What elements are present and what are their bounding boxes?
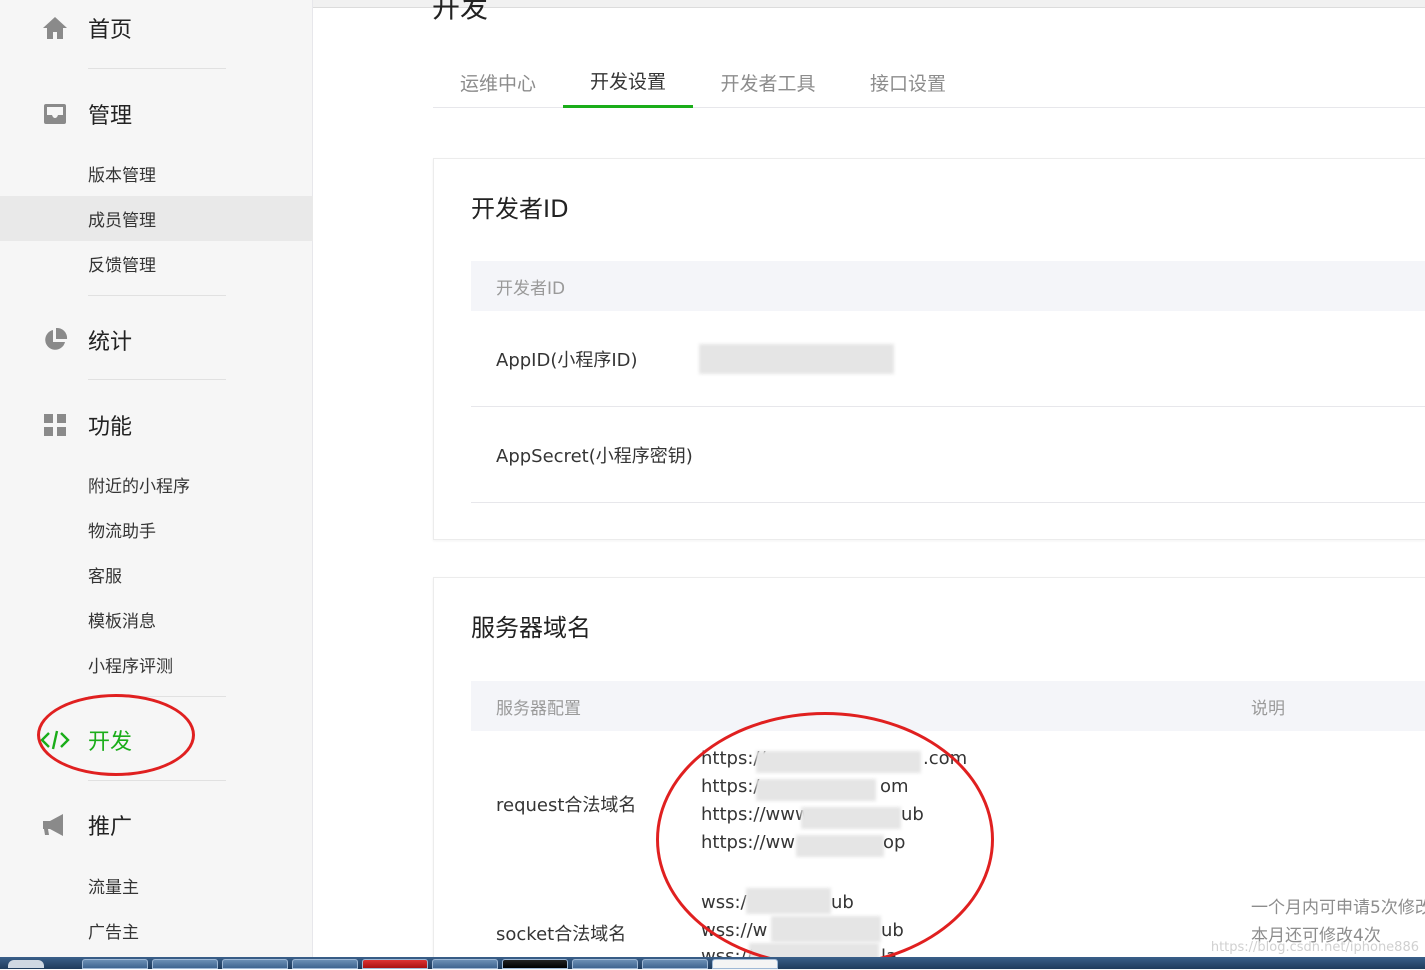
annotation-circle xyxy=(656,712,994,967)
row-key: AppSecret(小程序密钥) xyxy=(496,446,693,467)
divider xyxy=(88,68,226,69)
taskbar-app[interactable] xyxy=(222,959,288,969)
sidebar-subitem-label: 反馈管理 xyxy=(88,256,156,276)
sidebar-subitem-evaluation[interactable]: 小程序评测 xyxy=(0,642,313,687)
sidebar-subitem-label: 客服 xyxy=(88,567,122,587)
divider xyxy=(88,379,226,380)
sidebar-item-home[interactable]: 首页 xyxy=(0,6,313,50)
sidebar-item-label: 首页 xyxy=(88,18,133,43)
taskbar-app[interactable] xyxy=(362,959,428,969)
tab-label: 开发设置 xyxy=(589,71,666,93)
taskbar-app[interactable] xyxy=(152,959,218,969)
table-header: 服务器配置 说明 xyxy=(471,681,1425,731)
row-key: request合法域名 xyxy=(496,795,637,816)
card-title: 服务器域名 xyxy=(471,614,591,642)
inbox-icon xyxy=(40,99,70,129)
sidebar-subitem-feedback[interactable]: 反馈管理 xyxy=(0,241,313,286)
taskbar-app[interactable] xyxy=(572,959,638,969)
taskbar-app[interactable] xyxy=(502,959,568,969)
table-row-appsecret: AppSecret(小程序密钥) xyxy=(471,407,1425,503)
sidebar-subitem-label: 附近的小程序 xyxy=(88,477,190,497)
tab-label: 运维中心 xyxy=(459,72,536,95)
tab-label: 接口设置 xyxy=(869,72,946,95)
modify-limit-note: 一个月内可申请5次修改 xyxy=(1251,898,1425,918)
watermark: https://blog.csdn.net/iphone886 xyxy=(1210,940,1419,955)
page-title: 开发 xyxy=(432,0,489,24)
sidebar-subitem-nearby[interactable]: 附近的小程序 xyxy=(0,462,313,507)
address-bar[interactable] xyxy=(170,0,1425,8)
card-title: 开发者ID xyxy=(471,195,569,223)
sidebar-subitem-customer-service[interactable]: 客服 xyxy=(0,552,313,597)
sidebar-item-label: 功能 xyxy=(88,415,133,440)
redacted-appid xyxy=(699,344,894,374)
sidebar-item-label: 统计 xyxy=(88,330,133,355)
column-header: 开发者ID xyxy=(496,278,566,299)
taskbar-app[interactable] xyxy=(712,959,778,969)
home-icon xyxy=(40,13,70,43)
pie-chart-icon xyxy=(40,325,70,355)
sidebar-subitem-template-message[interactable]: 模板消息 xyxy=(0,597,313,642)
sidebar-item-stats[interactable]: 统计 xyxy=(0,318,313,362)
sidebar-subitem-label: 物流助手 xyxy=(88,522,156,542)
sidebar-subitem-version[interactable]: 版本管理 xyxy=(0,151,313,196)
taskbar-app-ie[interactable] xyxy=(82,959,148,969)
column-header-note: 说明 xyxy=(1251,698,1285,719)
tab-ops-center[interactable]: 运维中心 xyxy=(433,56,563,108)
sidebar-item-label: 管理 xyxy=(88,104,133,129)
sidebar-subitem-label: 流量主 xyxy=(88,878,139,898)
taskbar xyxy=(0,957,1425,969)
table-header: 开发者ID xyxy=(471,261,1425,311)
sidebar-item-promote[interactable]: 推广 xyxy=(0,803,313,847)
taskbar-app[interactable] xyxy=(642,959,708,969)
sidebar: 首页 管理 版本管理 成员管理 反馈管理 统计 功能 附近的小程序 物流助手 客… xyxy=(0,0,313,957)
row-key: AppID(小程序ID) xyxy=(496,350,638,371)
sidebar-subitem-label: 模板消息 xyxy=(88,612,156,632)
sidebar-subitem-label: 成员管理 xyxy=(88,211,156,231)
developer-id-card: 开发者ID 开发者ID AppID(小程序ID) AppSecret(小程序密钥… xyxy=(433,158,1425,540)
megaphone-icon xyxy=(40,810,70,840)
column-header-config: 服务器配置 xyxy=(496,698,581,719)
sidebar-item-features[interactable]: 功能 xyxy=(0,403,313,447)
tab-dev-settings[interactable]: 开发设置 xyxy=(563,56,693,108)
sidebar-subitem-logistics[interactable]: 物流助手 xyxy=(0,507,313,552)
sidebar-subitem-label: 版本管理 xyxy=(88,166,156,186)
sidebar-subitem-advertiser[interactable]: 广告主 xyxy=(0,908,313,953)
grid-icon xyxy=(40,410,70,440)
tab-label: 开发者工具 xyxy=(720,72,816,95)
sidebar-subitem-label: 小程序评测 xyxy=(88,657,173,677)
tab-dev-tools[interactable]: 开发者工具 xyxy=(703,56,833,108)
start-button[interactable] xyxy=(8,960,44,968)
sidebar-subitem-members[interactable]: 成员管理 xyxy=(0,196,313,241)
sidebar-item-manage[interactable]: 管理 xyxy=(0,92,313,136)
divider xyxy=(88,295,226,296)
sidebar-item-label: 推广 xyxy=(88,815,133,840)
table-row-appid: AppID(小程序ID) xyxy=(471,311,1425,407)
tab-bar: 运维中心 开发设置 开发者工具 接口设置 xyxy=(433,56,1425,108)
taskbar-app[interactable] xyxy=(432,959,498,969)
divider xyxy=(88,780,226,781)
tab-api-settings[interactable]: 接口设置 xyxy=(843,56,973,108)
sidebar-subitem-label: 广告主 xyxy=(88,923,139,943)
sidebar-subitem-traffic-owner[interactable]: 流量主 xyxy=(0,863,313,908)
annotation-circle xyxy=(37,694,195,776)
row-key: socket合法域名 xyxy=(496,924,627,945)
taskbar-app[interactable] xyxy=(292,959,358,969)
